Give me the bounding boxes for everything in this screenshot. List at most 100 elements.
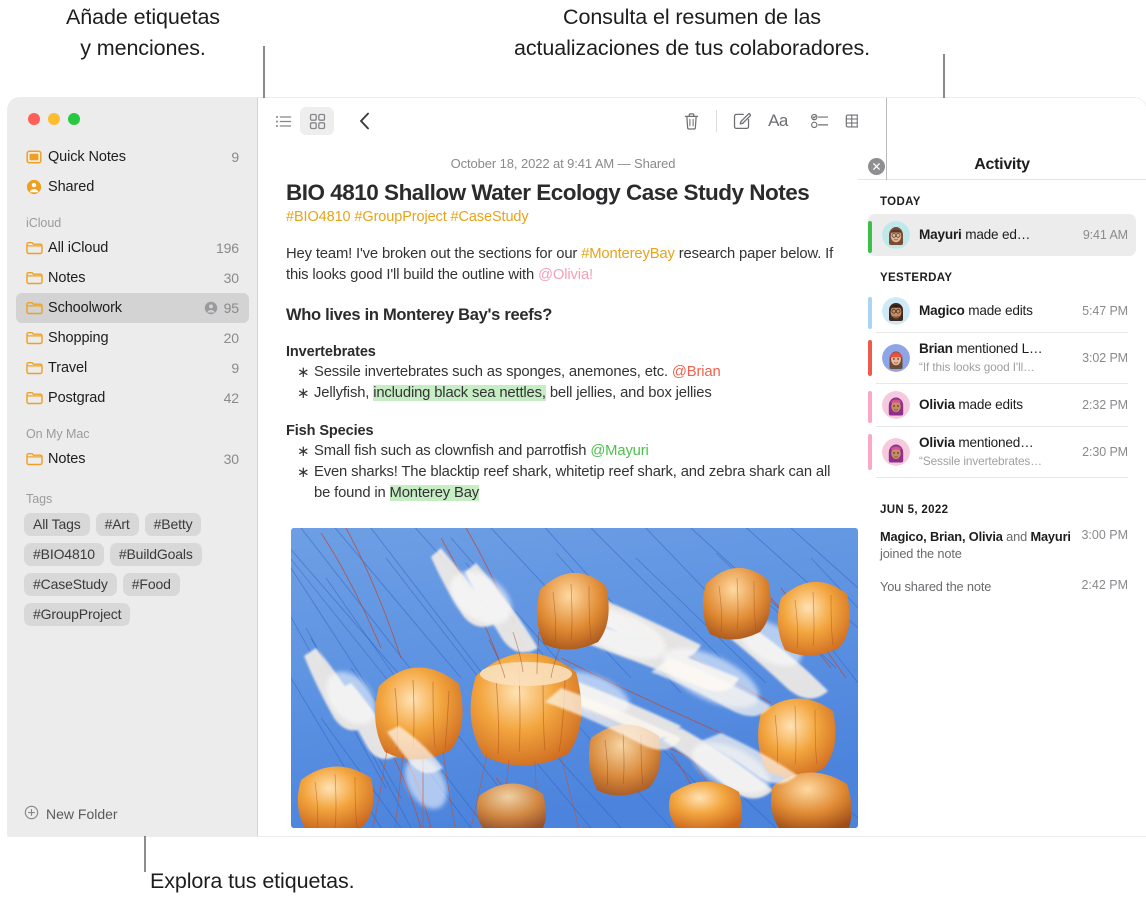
avatar bbox=[882, 221, 910, 249]
activity-item[interactable]: Magico made edits 5:47 PM bbox=[868, 290, 1136, 332]
note-section-title-invertebrates: Invertebrates bbox=[286, 344, 376, 360]
tag-chip-bio4810[interactable]: #BIO4810 bbox=[24, 543, 104, 566]
folder-icon bbox=[26, 391, 48, 405]
new-folder-button[interactable]: New Folder bbox=[8, 792, 258, 836]
note-intro-paragraph[interactable]: Hey team! I've broken out the sections f… bbox=[286, 244, 840, 286]
activity-plain-row[interactable]: You shared the note 2:42 PM bbox=[858, 568, 1146, 601]
activity-day-header-yesterday: YESTERDAY bbox=[880, 272, 953, 284]
tag-chip-betty[interactable]: #Betty bbox=[144, 513, 202, 536]
activity-item[interactable]: Mayuri made ed… 9:41 AM bbox=[868, 214, 1136, 256]
sidebar-item-notes-icloud[interactable]: Notes 30 bbox=[16, 263, 249, 293]
sidebar-scroll[interactable]: Quick Notes 9 Shared iCloud All iCloud 1… bbox=[8, 142, 257, 792]
tag-chip-groupproject[interactable]: #GroupProject bbox=[24, 603, 131, 626]
tag-browser[interactable]: All Tags #Art #Betty #BIO4810 #BuildGoal… bbox=[8, 509, 257, 626]
sidebar-item-postgrad[interactable]: Postgrad 42 bbox=[16, 383, 249, 413]
activity-panel: Activity TODAY Mayuri made ed… 9:41 AM Y… bbox=[858, 98, 1146, 836]
activity-item[interactable]: Brian mentioned L… “If this looks good I… bbox=[868, 333, 1136, 383]
sidebar-item-quick-notes[interactable]: Quick Notes 9 bbox=[16, 142, 249, 172]
activity-color-bar bbox=[868, 221, 872, 253]
sidebar-item-label: Postgrad bbox=[48, 390, 106, 406]
sidebar-item-label: Schoolwork bbox=[48, 300, 122, 316]
sidebar-item-label: Shopping bbox=[48, 330, 109, 346]
activity-color-bar bbox=[868, 340, 872, 376]
activity-joined-and: and bbox=[1002, 529, 1031, 544]
tag-chip-all-tags[interactable]: All Tags bbox=[24, 513, 90, 536]
activity-action: made ed… bbox=[961, 227, 1031, 242]
note-bullet[interactable]: Even sharks! The blacktip reef shark, wh… bbox=[286, 462, 840, 504]
activity-time: 5:47 PM bbox=[1082, 304, 1128, 318]
mention-olivia[interactable]: @Olivia! bbox=[538, 267, 593, 283]
checklist-icon[interactable] bbox=[803, 107, 837, 135]
activity-joined-names-2: Mayuri bbox=[1030, 529, 1071, 544]
sidebar-item-shared[interactable]: Shared bbox=[16, 172, 249, 202]
note-section-title-fish-species: Fish Species bbox=[286, 423, 374, 439]
activity-actor-name: Brian bbox=[919, 341, 953, 356]
note-tag-montereybay[interactable]: #MontereyBay bbox=[581, 246, 675, 262]
sidebar-section-header-icloud: iCloud bbox=[26, 216, 62, 230]
bullet-text-post: bell jellies, and box jellies bbox=[545, 385, 712, 401]
trash-icon[interactable] bbox=[674, 107, 708, 135]
plus-circle-icon bbox=[24, 805, 39, 823]
shared-person-icon bbox=[26, 179, 48, 195]
activity-line1: Olivia made edits bbox=[919, 397, 1023, 412]
activity-text: Olivia made edits bbox=[919, 396, 1074, 414]
activity-list[interactable]: TODAY Mayuri made ed… 9:41 AM YESTERDAY … bbox=[858, 180, 1146, 601]
view-mode-group[interactable] bbox=[266, 107, 334, 135]
minimize-window-button[interactable] bbox=[48, 113, 60, 125]
note-heading: Who lives in Monterey Bay's reefs? bbox=[286, 306, 553, 324]
tag-chip-buildgoals[interactable]: #BuildGoals bbox=[109, 543, 202, 566]
sidebar-item-travel[interactable]: Travel 9 bbox=[16, 353, 249, 383]
screenshot-root: Añade etiquetas y menciones. Consulta el… bbox=[0, 0, 1146, 904]
sidebar-item-label: All iCloud bbox=[48, 240, 109, 256]
jellyfish-photo[interactable] bbox=[291, 528, 858, 828]
note-bullet[interactable]: Jellyfish, including black sea nettles, … bbox=[286, 383, 840, 404]
window-controls[interactable] bbox=[28, 113, 80, 125]
activity-header: Activity bbox=[858, 98, 1146, 180]
zoom-window-button[interactable] bbox=[68, 113, 80, 125]
note-inline-tags[interactable]: #BIO4810 #GroupProject #CaseStudy bbox=[286, 209, 840, 225]
avatar bbox=[882, 438, 910, 466]
note-bullet[interactable]: Sessile invertebrates such as sponges, a… bbox=[286, 362, 840, 383]
note-title[interactable]: BIO 4810 Shallow Water Ecology Case Stud… bbox=[286, 179, 840, 206]
avatar bbox=[882, 297, 910, 325]
activity-actor-name: Olivia bbox=[919, 435, 955, 450]
tag-chip-casestudy[interactable]: #CaseStudy bbox=[24, 573, 117, 596]
new-folder-label: New Folder bbox=[46, 806, 118, 822]
compose-icon[interactable] bbox=[725, 107, 759, 135]
list-view-icon[interactable] bbox=[266, 107, 300, 135]
activity-joined-suffix: joined the note bbox=[880, 546, 962, 561]
activity-actor-name: Magico bbox=[919, 303, 965, 318]
back-chevron-icon[interactable] bbox=[348, 107, 382, 135]
tag-chip-art[interactable]: #Art bbox=[95, 513, 139, 536]
activity-color-bar bbox=[868, 297, 872, 329]
bullet-text: Sessile invertebrates such as sponges, a… bbox=[314, 364, 672, 380]
note-editor[interactable]: October 18, 2022 at 9:41 AM — Shared BIO… bbox=[258, 144, 863, 836]
activity-line1: Brian mentioned L… bbox=[919, 341, 1043, 356]
sidebar-item-notes-local[interactable]: Notes 30 bbox=[16, 444, 249, 474]
close-window-button[interactable] bbox=[28, 113, 40, 125]
quick-note-icon bbox=[26, 149, 48, 165]
avatar bbox=[882, 344, 910, 372]
callout-explore-tags: Explora tus etiquetas. bbox=[150, 869, 355, 893]
sidebar: Quick Notes 9 Shared iCloud All iCloud 1… bbox=[8, 98, 258, 836]
activity-time: 9:41 AM bbox=[1082, 228, 1128, 242]
sidebar-item-schoolwork[interactable]: Schoolwork 95 bbox=[16, 293, 249, 323]
sidebar-item-all-icloud[interactable]: All iCloud 196 bbox=[16, 233, 249, 263]
mention-brian[interactable]: @Brian bbox=[672, 364, 721, 380]
highlighted-text: including black sea nettles, bbox=[373, 385, 546, 401]
sidebar-item-shopping[interactable]: Shopping 20 bbox=[16, 323, 249, 353]
note-bullet-list-invertebrates: Sessile invertebrates such as sponges, a… bbox=[286, 362, 840, 404]
activity-line1: Magico made edits bbox=[919, 303, 1033, 318]
activity-action: mentioned L… bbox=[952, 341, 1043, 356]
folder-icon bbox=[26, 331, 48, 345]
activity-item[interactable]: Olivia mentioned… “Sessile invertebrates… bbox=[868, 427, 1136, 477]
mention-mayuri[interactable]: @Mayuri bbox=[590, 443, 649, 459]
activity-plain-row[interactable]: Magico, Brian, Olivia and Mayuri joined … bbox=[858, 522, 1146, 568]
format-aa-icon[interactable]: Aa bbox=[759, 107, 797, 135]
tag-chip-food[interactable]: #Food bbox=[122, 573, 180, 596]
note-bullet[interactable]: Small fish such as clownfish and parrotf… bbox=[286, 441, 840, 462]
gallery-view-icon[interactable] bbox=[300, 107, 334, 135]
sidebar-item-label: Notes bbox=[48, 451, 86, 467]
activity-item[interactable]: Olivia made edits 2:32 PM bbox=[868, 384, 1136, 426]
bullet-text: Small fish such as clownfish and parrotf… bbox=[314, 443, 591, 459]
